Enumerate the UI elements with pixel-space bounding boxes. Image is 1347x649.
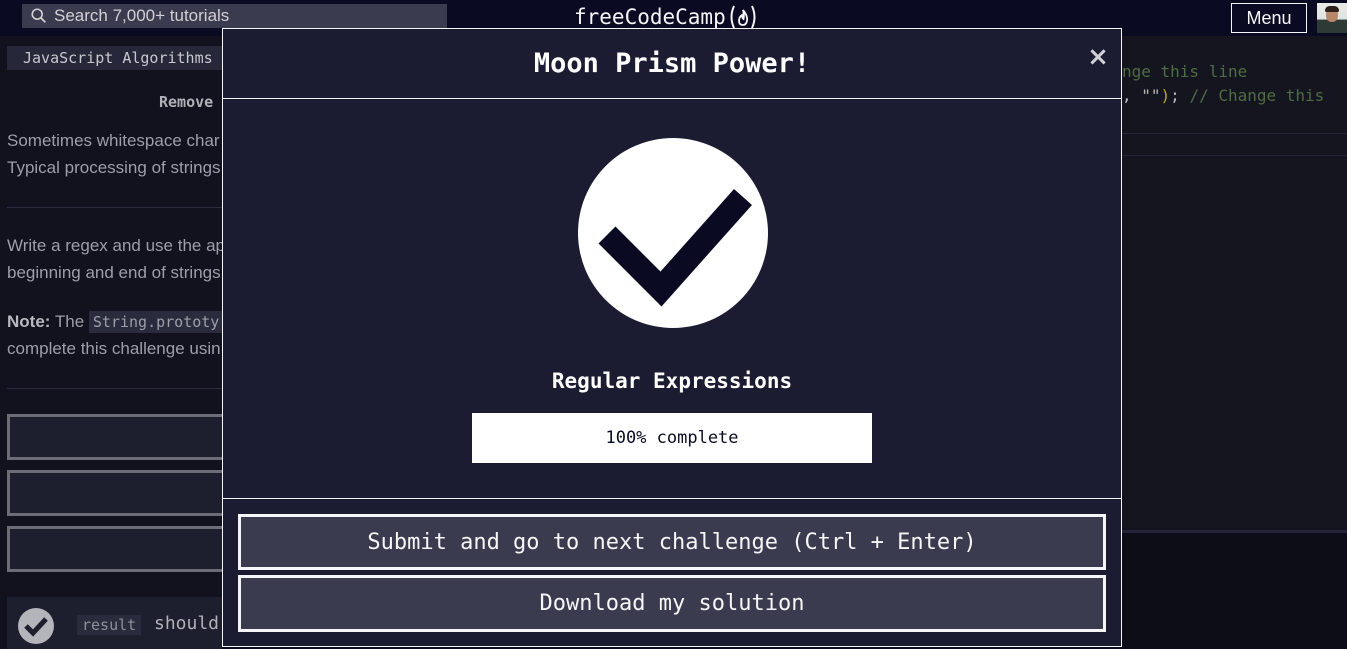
test-pass-icon xyxy=(18,608,54,644)
instruction-line: Write a regex and use the ap xyxy=(7,236,222,255)
code-editor[interactable]: nge this line , ""); // Change this xyxy=(1122,36,1347,528)
search-icon xyxy=(31,8,46,23)
breadcrumb[interactable]: JavaScript Algorithms xyxy=(7,46,222,70)
note-line: complete this challenge usin xyxy=(7,339,221,358)
modal-footer-divider xyxy=(223,498,1121,499)
get-help-button[interactable] xyxy=(7,526,222,572)
description-line: Sometimes whitespace char xyxy=(7,131,220,150)
editor-line-separator xyxy=(1122,155,1347,156)
download-solution-button[interactable]: Download my solution xyxy=(238,575,1106,632)
check-circle-icon xyxy=(578,138,768,328)
note-label: Note: xyxy=(7,312,51,331)
fcc-flame-icon xyxy=(730,5,756,29)
menu-button[interactable]: Menu xyxy=(1231,3,1307,33)
test-text: should xyxy=(154,613,220,634)
modal-header: Moon Prism Power! × xyxy=(223,29,1121,99)
code-line: nge this line xyxy=(1122,62,1247,81)
run-tests-button[interactable] xyxy=(7,414,222,460)
brand-name: freeCodeCamp xyxy=(574,5,726,29)
editor-line-separator xyxy=(1122,133,1347,134)
output-console xyxy=(1122,530,1347,649)
description-line: Typical processing of strings xyxy=(7,158,221,177)
code-comment: // Change this xyxy=(1189,86,1325,105)
challenge-title: Remove xyxy=(159,93,214,111)
block-progress-bar: 100% complete xyxy=(472,413,872,463)
modal-title: Moon Prism Power! xyxy=(533,48,811,79)
code-string: , "" xyxy=(1122,86,1161,105)
avatar-hair xyxy=(1325,6,1339,12)
code-line: , ""); // Change this xyxy=(1122,86,1324,105)
code-editor-pane: nge this line , ""); // Change this xyxy=(1122,36,1347,649)
close-icon[interactable]: × xyxy=(1087,43,1109,71)
code-semicolon: ; xyxy=(1170,86,1190,105)
block-title: Regular Expressions xyxy=(551,369,793,393)
code-paren: ) xyxy=(1160,86,1171,105)
search-bar[interactable] xyxy=(22,4,447,28)
instruction-line: beginning and end of strings xyxy=(7,263,221,282)
search-input[interactable] xyxy=(52,5,447,27)
challenge-instructions-pane: JavaScript Algorithms Remove Sometimes w… xyxy=(0,36,222,649)
reset-code-button[interactable] xyxy=(7,470,222,516)
divider xyxy=(7,388,222,389)
submit-next-button[interactable]: Submit and go to next challenge (Ctrl + … xyxy=(238,514,1106,570)
divider xyxy=(7,207,222,208)
test-code: result xyxy=(77,615,142,635)
completion-modal: Moon Prism Power! × Regular Expressions … xyxy=(222,28,1122,647)
avatar[interactable] xyxy=(1317,3,1347,33)
test-result-row: result should xyxy=(7,597,222,649)
note-code: String.prototy xyxy=(88,311,222,333)
note-text: The xyxy=(50,312,89,331)
code-comment: nge this line xyxy=(1122,62,1248,81)
progress-text: 100% complete xyxy=(605,428,739,448)
note-line: Note: The String.prototy xyxy=(7,308,222,336)
